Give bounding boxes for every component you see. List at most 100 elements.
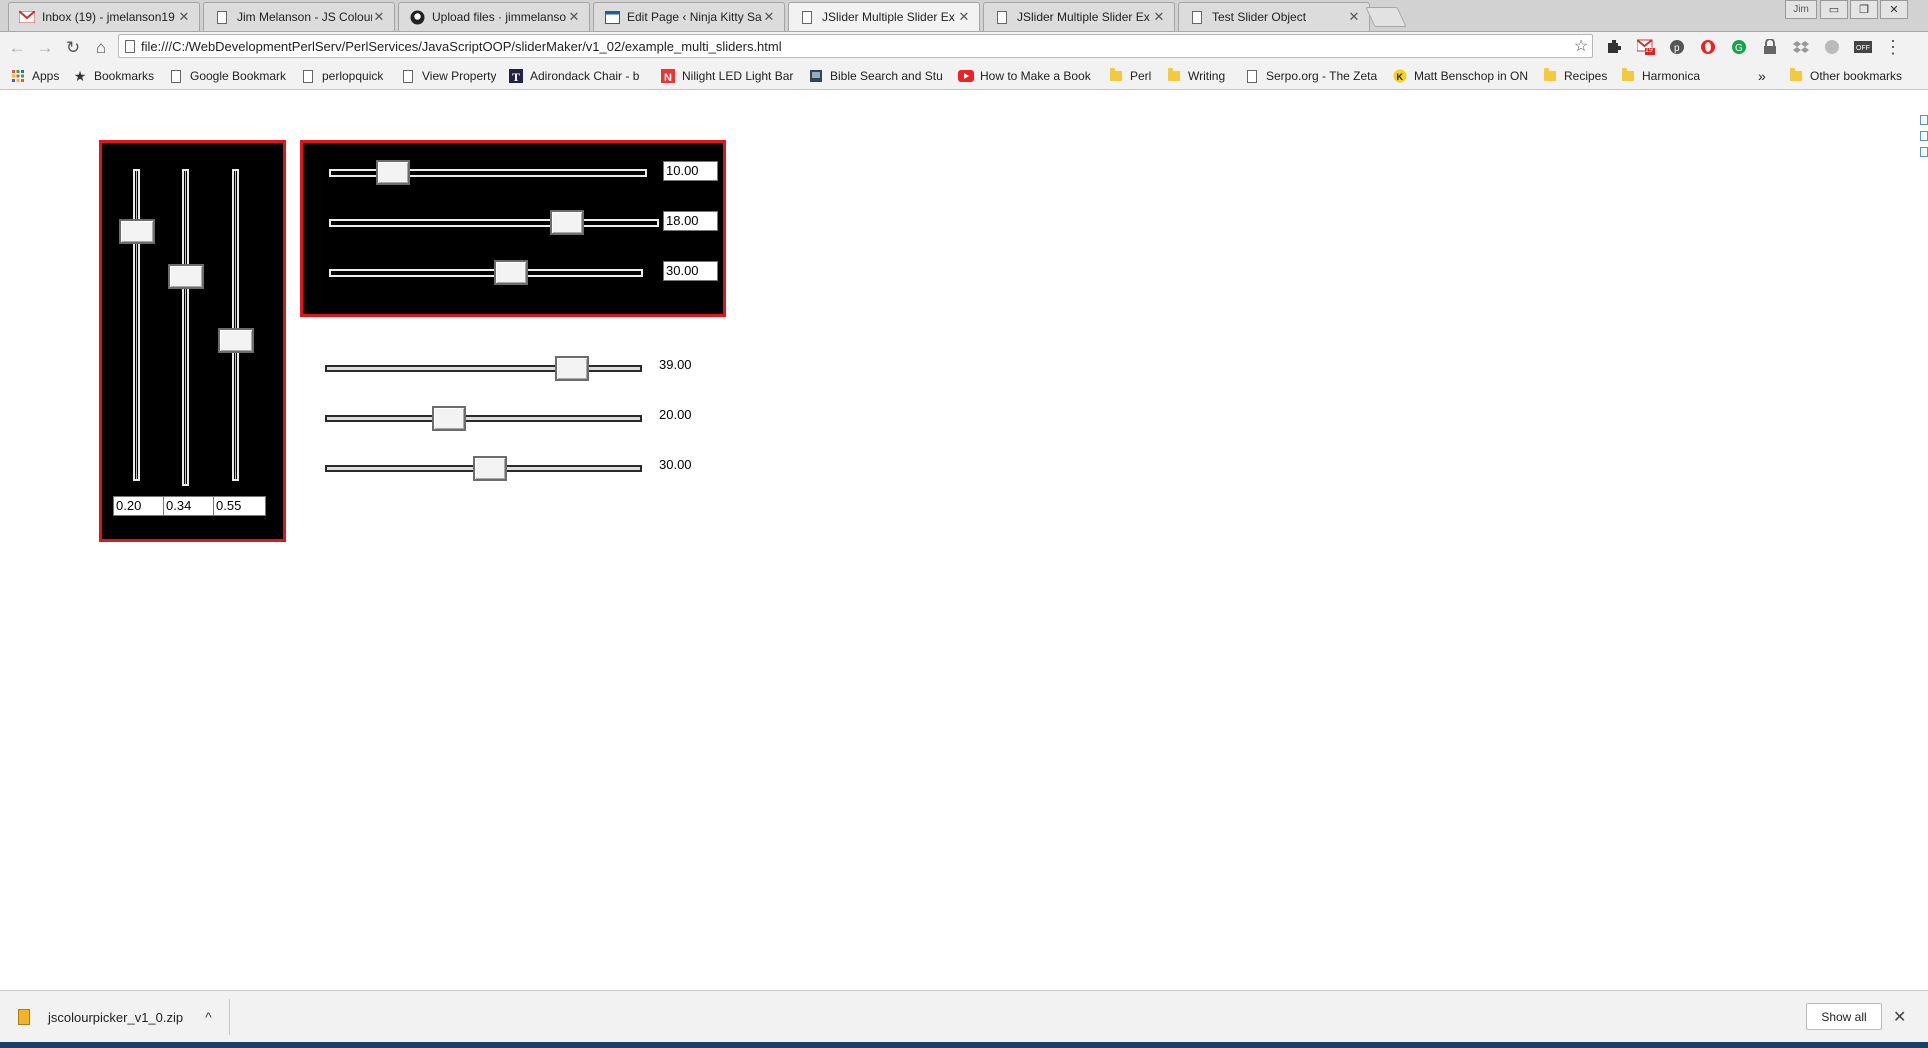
bookmark-folder-harmonica[interactable]: Harmonica xyxy=(1620,67,1700,85)
t-icon: T xyxy=(508,68,524,84)
feather-icon[interactable] xyxy=(1823,38,1841,56)
other-bookmarks[interactable]: Other bookmarks xyxy=(1788,67,1902,85)
tab-github-upload[interactable]: Upload files · jimmelanso ✕ xyxy=(398,2,590,31)
page-icon xyxy=(214,9,230,25)
bookmark-label: How to Make a Book xyxy=(980,69,1091,83)
tab-js-colour[interactable]: Jim Melanson - JS Colour ✕ xyxy=(203,2,395,31)
horizontal-slider-track-2[interactable] xyxy=(329,219,659,227)
svg-text:K: K xyxy=(1397,72,1404,82)
minimize-button[interactable]: ▭ xyxy=(1820,0,1848,19)
bookmark-matt-benschop[interactable]: K Matt Benschop in ON xyxy=(1392,67,1528,85)
chevron-up-icon[interactable]: ^ xyxy=(205,1009,212,1025)
bookmark-label: Recipes xyxy=(1564,69,1608,83)
bookmark-star-icon[interactable]: ☆ xyxy=(1570,36,1592,56)
horizontal-slider-thumb-3[interactable] xyxy=(494,260,529,285)
close-downloads-icon[interactable]: ✕ xyxy=(1893,1007,1906,1027)
bookmark-nilight[interactable]: N Nilight LED Light Bar xyxy=(660,67,796,85)
plain-slider-value-2: 20.00 xyxy=(659,407,692,422)
bookmark-adirondack[interactable]: T Adirondack Chair - b xyxy=(508,67,648,85)
tab-label: Edit Page ‹ Ninja Kitty Sa xyxy=(627,10,762,24)
reload-button[interactable]: ↻ xyxy=(62,37,84,59)
vertical-slider-track-3[interactable] xyxy=(232,169,239,481)
bookmark-bible-search[interactable]: Bible Search and Stu xyxy=(808,67,948,85)
page-info-icon[interactable] xyxy=(119,39,141,53)
new-tab-button[interactable] xyxy=(1365,7,1407,27)
tab-jslider-active[interactable]: JSlider Multiple Slider Ex ✕ xyxy=(788,2,980,31)
bookmark-folder-writing[interactable]: Writing xyxy=(1166,67,1225,85)
off-toggle-icon[interactable]: OFF xyxy=(1854,38,1872,56)
address-bar[interactable]: file:///C:/WebDevelopmentPerlServ/PerlSe… xyxy=(118,34,1593,58)
bookmark-view-property[interactable]: View Property xyxy=(400,67,496,85)
plain-slider-track-1[interactable] xyxy=(325,365,642,372)
restore-button[interactable]: ❐ xyxy=(1850,0,1878,19)
tab-close-icon[interactable]: ✕ xyxy=(762,9,776,25)
home-button[interactable]: ⌂ xyxy=(90,37,112,59)
horizontal-value-field-3[interactable]: 30.00 xyxy=(663,261,718,281)
download-item[interactable]: jscolourpicker_v1_0.zip ^ xyxy=(18,1001,230,1033)
pinterest-icon[interactable]: p xyxy=(1668,38,1686,56)
plain-slider-thumb-2[interactable] xyxy=(431,406,466,431)
tab-close-icon[interactable]: ✕ xyxy=(177,9,191,25)
horizontal-slider-thumb-2[interactable] xyxy=(549,210,584,235)
downloads-divider xyxy=(229,999,230,1035)
vertical-slider-thumb-3[interactable] xyxy=(218,328,254,354)
bookmark-make-a-book[interactable]: How to Make a Book xyxy=(958,67,1098,85)
tab-edit-page[interactable]: Edit Page ‹ Ninja Kitty Sa ✕ xyxy=(593,2,785,31)
tab-jslider-2[interactable]: JSlider Multiple Slider Ex ✕ xyxy=(983,2,1175,31)
tab-close-icon[interactable]: ✕ xyxy=(1347,9,1361,25)
user-profile-button[interactable]: Jim xyxy=(1785,0,1817,19)
close-window-button[interactable]: ✕ xyxy=(1880,0,1908,19)
vertical-slider-track-2[interactable] xyxy=(182,169,189,486)
vertical-slider-thumb-2[interactable] xyxy=(168,264,204,290)
tab-close-icon[interactable]: ✕ xyxy=(567,9,581,25)
horizontal-slider-track-3[interactable] xyxy=(329,269,643,277)
lock-extension-icon[interactable] xyxy=(1761,38,1779,56)
svg-text:N: N xyxy=(664,72,672,83)
plain-slider-track-2[interactable] xyxy=(325,415,642,422)
vertical-slider-thumb-1[interactable] xyxy=(119,218,155,244)
tab-test-slider[interactable]: Test Slider Object ✕ xyxy=(1178,2,1370,31)
url-text[interactable]: file:///C:/WebDevelopmentPerlServ/PerlSe… xyxy=(141,39,1570,54)
extension-puzzle-icon[interactable] xyxy=(1605,38,1623,56)
horizontal-value-field-1[interactable]: 10.00 xyxy=(663,161,718,181)
plain-slider-thumb-3[interactable] xyxy=(472,456,507,481)
downloads-shelf: jscolourpicker_v1_0.zip ^ Show all ✕ xyxy=(0,990,1928,1043)
vertical-slider-track-1[interactable] xyxy=(133,169,140,481)
bookmark-label: perlopquick xyxy=(322,69,384,83)
vertical-value-field-1[interactable]: 0.20 xyxy=(113,496,164,516)
bookmark-bookmarks[interactable]: ★ Bookmarks xyxy=(72,67,154,85)
grammarly-icon[interactable]: G xyxy=(1730,38,1748,56)
bookmark-google[interactable]: Google Bookmark xyxy=(168,67,298,85)
tab-gmail[interactable]: Inbox (19) - jmelanson19 ✕ xyxy=(8,2,200,31)
bookmarks-overflow-button[interactable]: » xyxy=(1758,67,1766,85)
bookmark-folder-recipes[interactable]: Recipes xyxy=(1542,67,1607,85)
page-icon xyxy=(994,9,1010,25)
chrome-menu-icon[interactable]: ⋮ xyxy=(1884,37,1902,57)
bookmark-label: Writing xyxy=(1188,69,1226,83)
vertical-value-field-3[interactable]: 0.55 xyxy=(213,496,266,516)
bookmark-folder-perl[interactable]: Perl xyxy=(1108,67,1151,85)
vertical-value-field-2[interactable]: 0.34 xyxy=(163,496,214,516)
back-button[interactable]: ← xyxy=(6,37,28,59)
bookmark-perlopquick[interactable]: perlopquick xyxy=(300,67,383,85)
bookmark-label: Serpo.org - The Zeta xyxy=(1266,69,1378,83)
horizontal-value-field-2[interactable]: 18.00 xyxy=(663,211,718,231)
book-icon xyxy=(808,68,824,84)
dropbox-icon[interactable] xyxy=(1792,38,1810,56)
tab-close-icon[interactable]: ✕ xyxy=(1152,9,1166,25)
vertical-slider-panel: 0.20 0.34 0.55 xyxy=(99,140,286,542)
folder-icon xyxy=(1788,68,1804,84)
tab-close-icon[interactable]: ✕ xyxy=(957,9,971,25)
bookmark-serpo[interactable]: Serpo.org - The Zeta xyxy=(1244,67,1378,85)
bookmark-apps[interactable]: Apps xyxy=(10,67,59,85)
opera-icon[interactable] xyxy=(1699,38,1717,56)
gmail-extension-icon[interactable]: 19 xyxy=(1637,38,1655,56)
page-icon xyxy=(300,68,316,84)
tab-close-icon[interactable]: ✕ xyxy=(372,9,386,25)
show-all-button[interactable]: Show all xyxy=(1806,1003,1882,1030)
k-icon: K xyxy=(1392,68,1408,84)
bookmark-label: Adirondack Chair - b xyxy=(530,69,640,83)
plain-slider-thumb-1[interactable] xyxy=(555,356,590,381)
horizontal-slider-thumb-1[interactable] xyxy=(375,160,410,185)
forward-button[interactable]: → xyxy=(34,37,56,59)
